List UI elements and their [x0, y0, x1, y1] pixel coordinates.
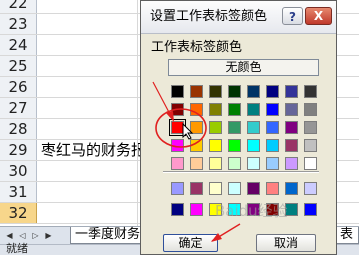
- color-swatch[interactable]: [304, 121, 317, 134]
- color-swatch[interactable]: [285, 139, 298, 152]
- color-swatch[interactable]: [304, 157, 317, 170]
- color-swatch[interactable]: [209, 85, 222, 98]
- sheet-tab-q1-finance[interactable]: 一季度财务: [70, 227, 142, 244]
- color-swatch[interactable]: [228, 157, 241, 170]
- color-swatch[interactable]: [266, 182, 279, 195]
- color-swatch[interactable]: [304, 139, 317, 152]
- dialog-titlebar[interactable]: 设置工作表标签颜色 ? X: [141, 1, 336, 34]
- no-color-button[interactable]: 无颜色: [168, 59, 319, 76]
- color-swatch[interactable]: [190, 182, 203, 195]
- color-swatch[interactable]: [266, 103, 279, 116]
- row-header[interactable]: 31: [0, 182, 37, 202]
- color-swatch[interactable]: [266, 139, 279, 152]
- color-swatch[interactable]: [171, 157, 184, 170]
- color-swatch[interactable]: [190, 157, 203, 170]
- color-swatch[interactable]: [266, 85, 279, 98]
- color-swatch[interactable]: [209, 139, 222, 152]
- color-swatch[interactable]: [304, 182, 317, 195]
- sheet-tab-other[interactable]: 表: [336, 227, 359, 244]
- color-swatch[interactable]: [228, 139, 241, 152]
- color-swatch[interactable]: [285, 157, 298, 170]
- last-sheet-icon[interactable]: ▶: [42, 229, 55, 242]
- color-swatch[interactable]: [209, 121, 222, 134]
- color-swatch[interactable]: [247, 103, 260, 116]
- next-sheet-icon[interactable]: ▷: [29, 229, 42, 242]
- color-swatch[interactable]: [190, 203, 203, 216]
- color-swatch[interactable]: [247, 121, 260, 134]
- row-header[interactable]: 26: [0, 77, 37, 97]
- cancel-button[interactable]: 取消: [256, 234, 316, 252]
- row-header[interactable]: 27: [0, 98, 37, 118]
- first-sheet-icon[interactable]: ◀: [3, 229, 16, 242]
- color-swatch[interactable]: [190, 139, 203, 152]
- color-swatch[interactable]: [209, 103, 222, 116]
- color-swatch[interactable]: [228, 103, 241, 116]
- row-header[interactable]: 30: [0, 161, 37, 181]
- color-swatch[interactable]: [266, 157, 279, 170]
- cell-text[interactable]: 枣红马的财务报: [41, 140, 146, 161]
- close-button[interactable]: X: [305, 7, 332, 25]
- status-text: 就绪: [6, 242, 28, 255]
- color-swatch[interactable]: [190, 103, 203, 116]
- color-swatch[interactable]: [304, 103, 317, 116]
- color-swatch[interactable]: [171, 85, 184, 98]
- row-header[interactable]: 23: [0, 14, 37, 34]
- color-swatch[interactable]: [171, 203, 184, 216]
- color-swatch[interactable]: [228, 85, 241, 98]
- color-swatch[interactable]: [247, 85, 260, 98]
- row-header[interactable]: 25: [0, 56, 37, 76]
- color-swatch[interactable]: [228, 121, 241, 134]
- color-swatch[interactable]: [228, 182, 241, 195]
- column-gridline: [137, 0, 138, 226]
- dialog-title: 设置工作表标签颜色: [150, 9, 268, 24]
- palette-divider: [163, 171, 319, 173]
- row-header[interactable]: 24: [0, 35, 37, 55]
- color-swatch[interactable]: [266, 121, 279, 134]
- color-swatch[interactable]: [285, 103, 298, 116]
- color-swatch[interactable]: [190, 85, 203, 98]
- row-header[interactable]: 22: [0, 0, 37, 13]
- color-swatch[interactable]: [285, 121, 298, 134]
- color-swatch[interactable]: [304, 203, 317, 216]
- color-swatch[interactable]: [171, 103, 184, 116]
- tab-color-label: 工作表标签颜色: [151, 40, 243, 55]
- color-swatch[interactable]: [304, 85, 317, 98]
- color-swatch[interactable]: [247, 182, 260, 195]
- row-header[interactable]: 32: [0, 203, 37, 223]
- color-swatch[interactable]: [171, 182, 184, 195]
- color-swatch[interactable]: [171, 139, 184, 152]
- prev-sheet-icon[interactable]: ◁: [16, 229, 29, 242]
- color-swatch[interactable]: [285, 182, 298, 195]
- color-swatch[interactable]: [209, 182, 222, 195]
- row-header[interactable]: 29: [0, 140, 37, 160]
- color-swatch[interactable]: [247, 139, 260, 152]
- ok-button[interactable]: 确定: [163, 234, 218, 252]
- watermark-text: Baidu经验: [215, 202, 288, 220]
- color-swatch[interactable]: [209, 157, 222, 170]
- color-swatch[interactable]: [285, 85, 298, 98]
- mouse-cursor-icon: [182, 123, 194, 140]
- help-button[interactable]: ?: [282, 7, 303, 25]
- row-header[interactable]: 28: [0, 119, 37, 139]
- color-swatch[interactable]: [247, 157, 260, 170]
